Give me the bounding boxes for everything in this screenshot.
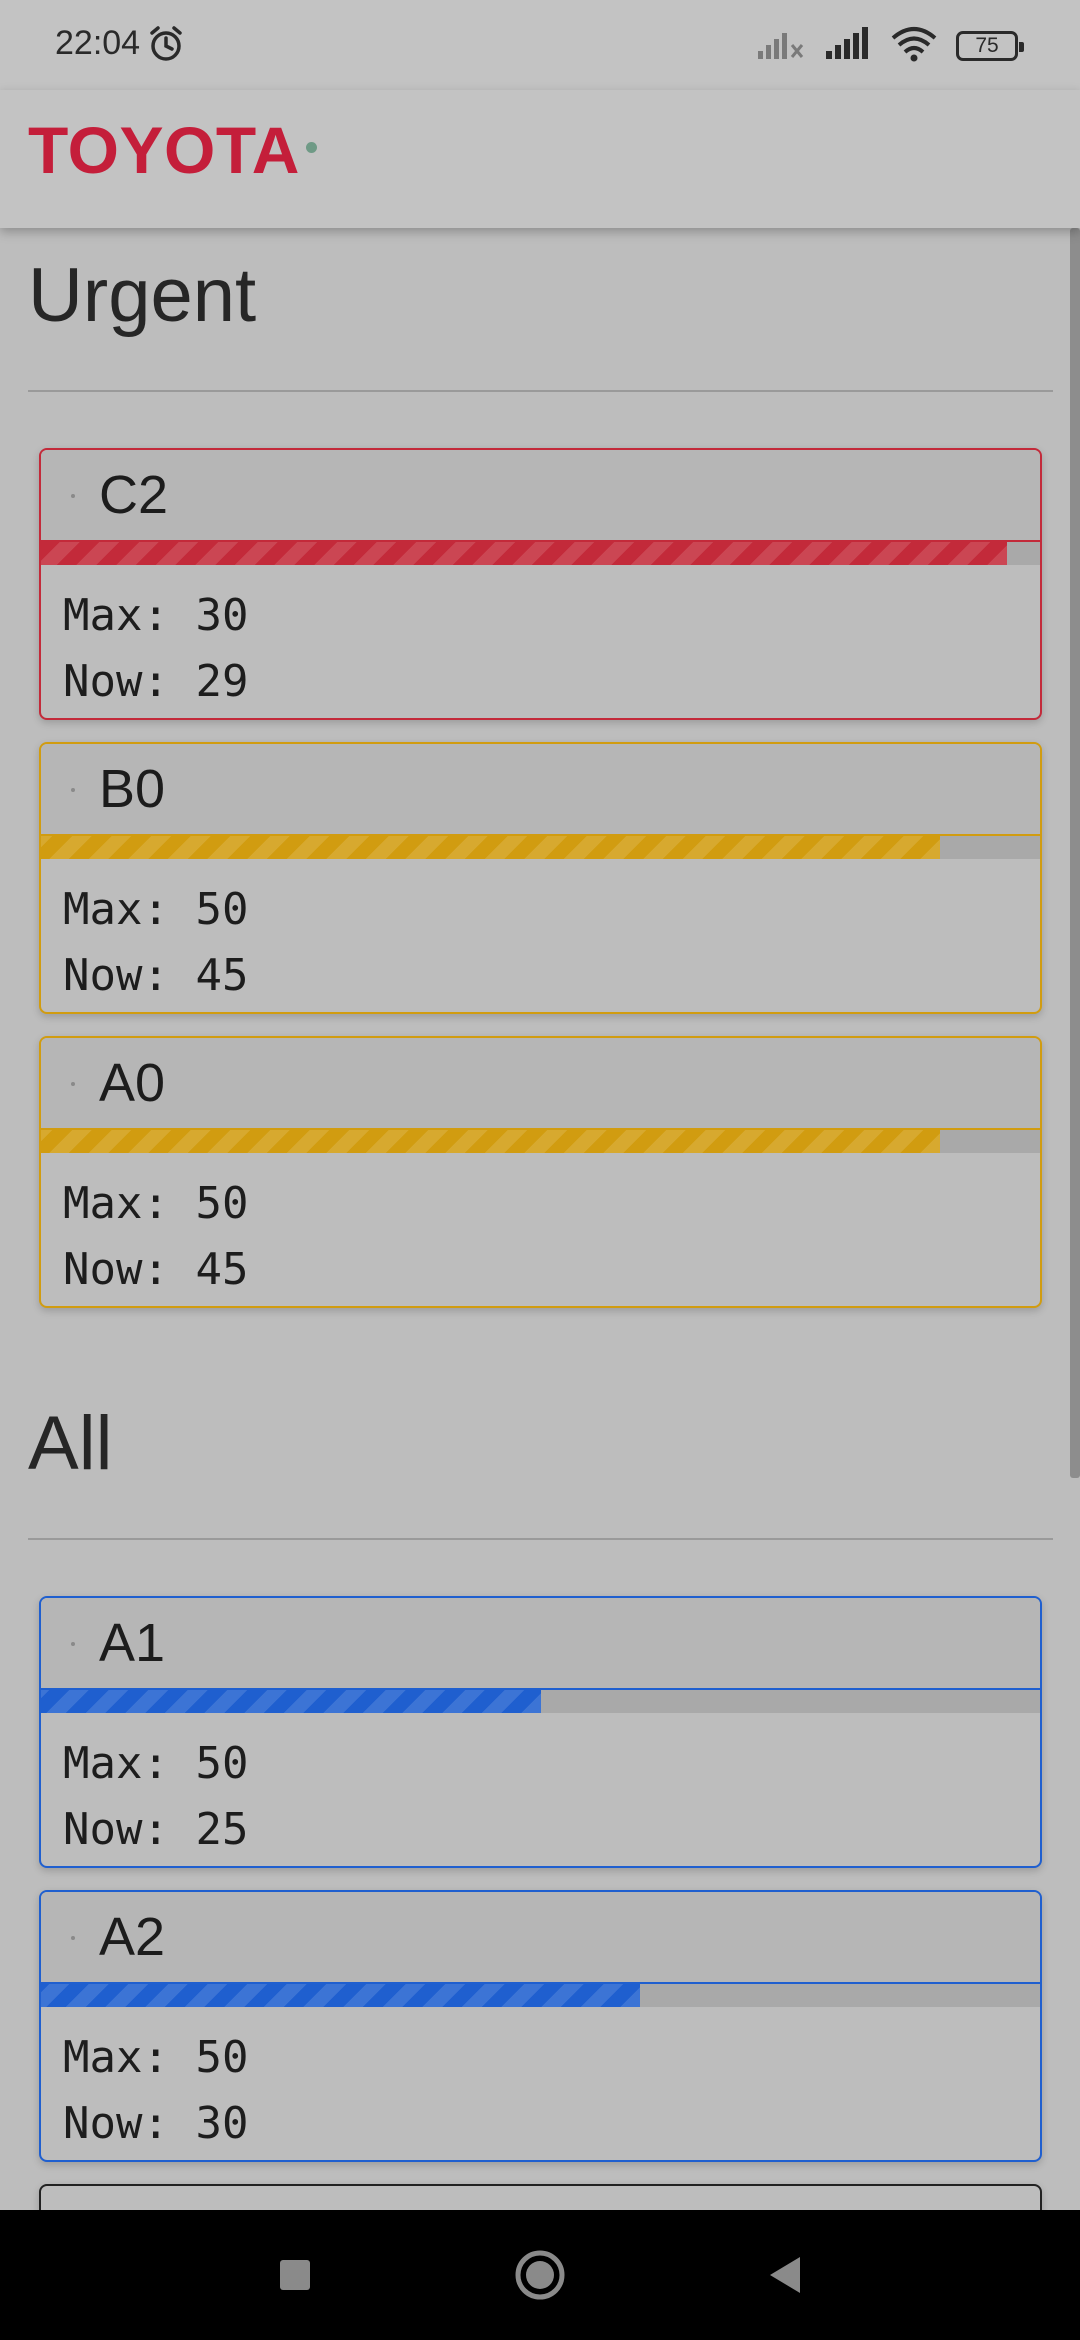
back-button[interactable] <box>745 2210 825 2340</box>
card-title: A2 <box>99 1907 166 1967</box>
battery-icon: 75 <box>956 31 1024 61</box>
max-value: Max: 50 <box>63 884 249 935</box>
card-body: Max: 50 Now: 25 <box>41 1713 1040 1863</box>
now-value: Now: 25 <box>63 1804 249 1855</box>
card-header: A1 <box>41 1598 1040 1690</box>
now-value: Now: 30 <box>63 2098 249 2149</box>
card-title: A1 <box>99 1613 166 1673</box>
max-value: Max: 50 <box>63 1178 249 1229</box>
progress-fill <box>41 1130 941 1153</box>
card-dot <box>71 788 75 792</box>
app-header: TOYOTA <box>0 90 1080 228</box>
section-divider <box>28 390 1053 392</box>
card-title: B0 <box>99 759 166 819</box>
content-area[interactable]: Urgent All C2 Max: 30 Now: 29 B0 Max: 50 Now:… <box>0 228 1080 2210</box>
triangle-back-icon <box>770 2257 800 2293</box>
circle-icon <box>515 2250 565 2300</box>
machine-card[interactable]: A0 Max: 50 Now: 45 <box>39 1036 1042 1308</box>
now-value: Now: 45 <box>63 1244 249 1295</box>
home-button[interactable] <box>500 2210 580 2340</box>
brand-logo[interactable]: TOYOTA <box>28 112 300 188</box>
progress-bar <box>41 1690 1040 1713</box>
card-header: C2 <box>41 450 1040 542</box>
navigation-bar <box>0 2210 1080 2340</box>
status-time: 22:04 <box>55 24 141 62</box>
card-header: A2 <box>41 1892 1040 1984</box>
square-icon <box>280 2260 310 2290</box>
connection-indicator <box>306 142 317 153</box>
machine-card[interactable]: A1 Max: 50 Now: 25 <box>39 1596 1042 1868</box>
card-title: A0 <box>99 1053 166 1113</box>
wifi-icon <box>890 26 938 66</box>
progress-fill <box>41 1984 641 2007</box>
section-divider <box>28 1538 1053 1540</box>
recents-button[interactable] <box>255 2210 335 2340</box>
card-dot <box>71 1082 75 1086</box>
card-body: Max: 50 Now: 45 <box>41 1153 1040 1303</box>
machine-card[interactable]: B0 Max: 50 Now: 45 <box>39 742 1042 1014</box>
max-value: Max: 30 <box>63 590 249 641</box>
progress-bar <box>41 1984 1040 2007</box>
progress-fill <box>41 836 941 859</box>
progress-bar <box>41 836 1040 859</box>
machine-card[interactable]: A2 Max: 50 Now: 30 <box>39 1890 1042 2162</box>
now-value: Now: 45 <box>63 950 249 1001</box>
card-body: Max: 50 Now: 30 <box>41 2007 1040 2157</box>
alarm-icon <box>146 24 186 68</box>
signal-off-icon <box>756 27 806 65</box>
progress-fill <box>41 1690 541 1713</box>
card-dot <box>71 494 75 498</box>
card-header: A0 <box>41 1038 1040 1130</box>
now-value: Now: 29 <box>63 656 249 707</box>
card-body: Max: 30 Now: 29 <box>41 565 1040 715</box>
progress-bar <box>41 1130 1040 1153</box>
card-body: Max: 50 Now: 45 <box>41 859 1040 1009</box>
card-dot <box>71 1642 75 1646</box>
all-section-title: All <box>28 1401 113 1486</box>
max-value: Max: 50 <box>63 2032 249 2083</box>
progress-fill <box>41 542 1007 565</box>
scrollbar[interactable] <box>1070 228 1080 1478</box>
max-value: Max: 50 <box>63 1738 249 1789</box>
card-dot <box>71 1936 75 1940</box>
machine-card-partial[interactable] <box>39 2184 1042 2210</box>
progress-bar <box>41 542 1040 565</box>
machine-card[interactable]: C2 Max: 30 Now: 29 <box>39 448 1042 720</box>
status-bar: 22:04 75 <box>0 0 1080 90</box>
urgent-section-title: Urgent <box>28 253 257 338</box>
card-title: C2 <box>99 465 169 525</box>
card-header: B0 <box>41 744 1040 836</box>
signal-icon <box>824 27 872 65</box>
